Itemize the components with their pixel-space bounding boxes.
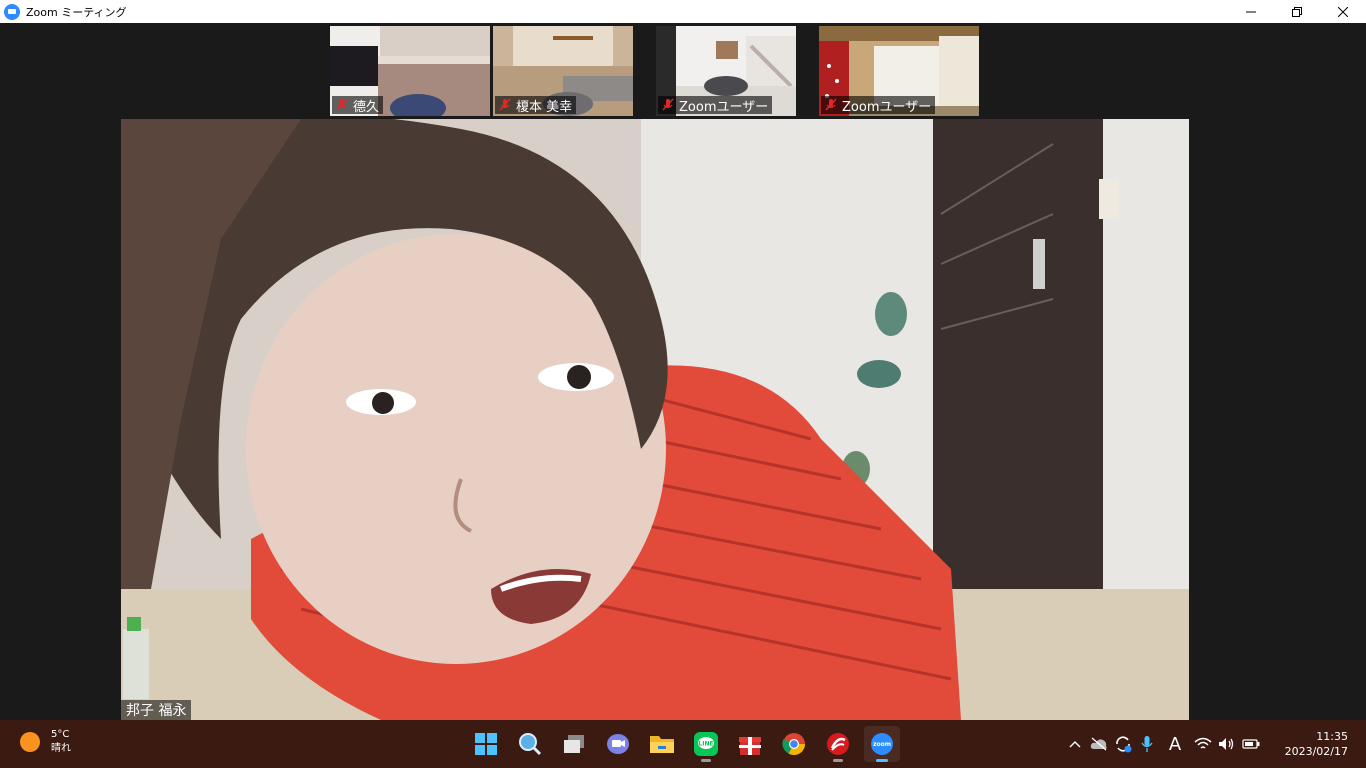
- system-clock[interactable]: 11:35 2023/02/17: [1285, 729, 1348, 759]
- chevron-up-icon: [1069, 741, 1081, 748]
- clock-time: 11:35: [1316, 730, 1348, 743]
- mic-muted-icon: [825, 98, 837, 111]
- chrome-icon: [782, 733, 805, 755]
- participant-name-tag: 德久: [332, 96, 384, 115]
- chrome-button[interactable]: [776, 726, 812, 762]
- weather-widget[interactable]: 5°C 晴れ: [20, 728, 71, 756]
- ime-mode-indicator[interactable]: A: [1160, 732, 1190, 756]
- search-button[interactable]: [512, 726, 548, 762]
- task-view-button[interactable]: [556, 726, 592, 762]
- start-button[interactable]: [468, 726, 504, 762]
- speaker-name-tag: 邦子 福永: [121, 700, 192, 720]
- microphone-icon: [1141, 736, 1153, 752]
- svg-text:LINE: LINE: [698, 741, 713, 748]
- close-button[interactable]: [1320, 0, 1366, 23]
- meeting-area: 德久 榎本 美幸 Zoomユーザー Zoomユーザー 邦子 福永: [0, 23, 1366, 720]
- minimize-button[interactable]: [1228, 0, 1274, 23]
- active-app-indicator: [876, 759, 888, 762]
- weather-temperature: 5°C: [51, 729, 70, 740]
- teams-chat-icon: [607, 734, 629, 754]
- chat-button[interactable]: [600, 726, 636, 762]
- battery-button[interactable]: [1240, 732, 1262, 756]
- restore-icon: [1292, 6, 1302, 17]
- minimize-icon: [1246, 11, 1256, 12]
- participant-thumbnail[interactable]: Zoomユーザー: [819, 26, 979, 116]
- antivirus-app-button[interactable]: [820, 726, 856, 762]
- running-indicator: [833, 759, 843, 762]
- gift-app-button[interactable]: [732, 726, 768, 762]
- mic-muted-icon: [662, 98, 674, 111]
- zoom-app-icon: [4, 3, 20, 20]
- weather-condition: 晴れ: [51, 743, 71, 754]
- onedrive-button[interactable]: [1088, 732, 1110, 756]
- battery-charging-icon: [1242, 739, 1260, 749]
- show-hidden-icons-button[interactable]: [1064, 732, 1086, 756]
- windows-taskbar: 5°C 晴れ LINE zoom A 11:35 2023/02/17: [0, 720, 1366, 768]
- clock-date: 2023/02/17: [1284, 745, 1348, 758]
- participant-name-tag: 榎本 美幸: [495, 96, 577, 115]
- system-tray: A: [1064, 732, 1264, 756]
- task-view-icon: [564, 735, 584, 753]
- antivirus-icon: [827, 733, 849, 755]
- participant-thumbnail[interactable]: Zoomユーザー: [656, 26, 816, 116]
- mic-muted-icon: [336, 98, 348, 111]
- window-controls: [1228, 0, 1366, 23]
- gift-icon: [739, 737, 761, 755]
- wifi-button[interactable]: [1192, 732, 1214, 756]
- taskbar-pinned-apps: LINE zoom: [468, 726, 908, 762]
- cloud-offline-icon: [1090, 737, 1107, 751]
- wifi-icon: [1194, 737, 1212, 749]
- speaker-volume-icon: [1219, 738, 1234, 750]
- window-titlebar: Zoom ミーティング: [0, 0, 1366, 23]
- participant-name-tag: Zoomユーザー: [658, 96, 773, 115]
- participant-name-tag: Zoomユーザー: [821, 96, 936, 115]
- participant-thumbnail[interactable]: 德久: [330, 26, 490, 116]
- active-speaker-video[interactable]: 邦子 福永: [121, 119, 1189, 720]
- window-title: Zoom ミーティング: [26, 5, 127, 19]
- zoom-icon: zoom: [871, 733, 893, 755]
- mic-muted-icon: [499, 98, 511, 111]
- running-indicator: [701, 759, 711, 762]
- start-icon: [475, 733, 497, 755]
- file-explorer-button[interactable]: [644, 726, 680, 762]
- sync-icon: [1116, 736, 1132, 753]
- close-icon: [1338, 6, 1348, 17]
- restore-button[interactable]: [1274, 0, 1320, 23]
- line-app-button[interactable]: LINE: [688, 726, 724, 762]
- zoom-taskbar-button[interactable]: zoom: [864, 726, 900, 762]
- sunny-weather-icon: [20, 732, 40, 752]
- svg-text:zoom: zoom: [873, 741, 891, 748]
- participant-thumbnail[interactable]: 榎本 美幸: [493, 26, 653, 116]
- microphone-in-use-button[interactable]: [1136, 732, 1158, 756]
- search-icon: [519, 733, 542, 756]
- volume-button[interactable]: [1216, 732, 1238, 756]
- line-icon: LINE: [694, 732, 718, 756]
- speaker-video-frame: [121, 119, 1189, 720]
- sync-button[interactable]: [1112, 732, 1134, 756]
- file-explorer-icon: [650, 736, 674, 753]
